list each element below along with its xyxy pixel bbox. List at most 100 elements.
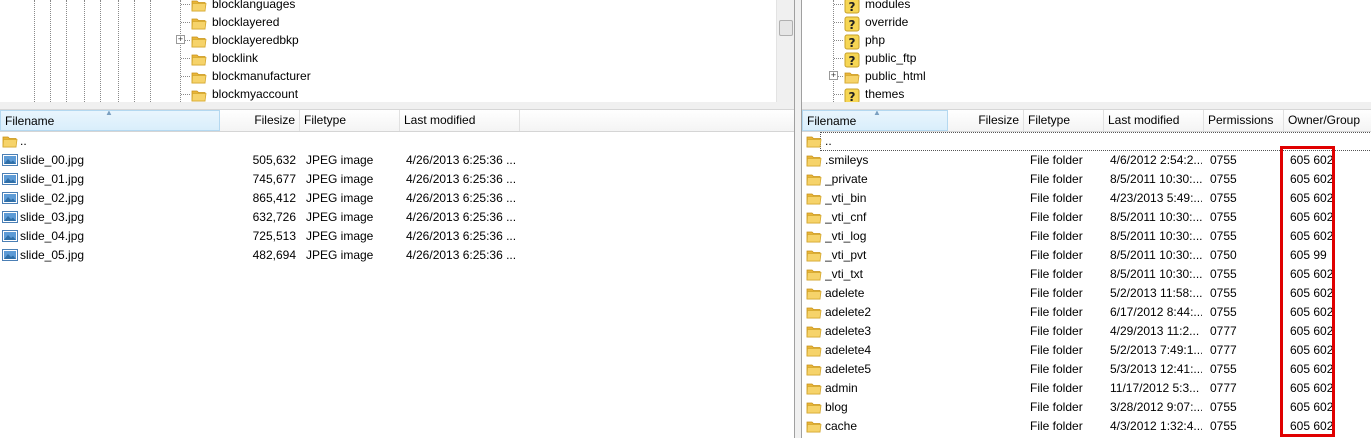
folder-icon: [806, 402, 822, 414]
filesize-cell: 482,694: [252, 248, 296, 262]
scrollbar-thumb[interactable]: [779, 20, 793, 36]
filename-cell: .smileys: [825, 153, 869, 167]
filename-cell: _vti_cnf: [825, 210, 867, 224]
sort-ascending-icon: ▲: [873, 110, 881, 117]
permissions-cell: 0777: [1210, 381, 1237, 395]
local-splitter[interactable]: [0, 102, 794, 110]
tree-node[interactable]: blocklanguages: [0, 0, 700, 13]
folder-icon: [806, 250, 822, 262]
column-owner-group[interactable]: Owner/Group: [1284, 110, 1371, 131]
filetype-cell: File folder: [1030, 305, 1083, 319]
tree-connector: [834, 58, 843, 59]
column-filename[interactable]: ▲ Filename: [802, 110, 948, 131]
image-file-icon: [2, 211, 18, 223]
expand-icon[interactable]: +: [176, 35, 185, 44]
filename-cell: slide_03.jpg: [20, 210, 85, 224]
folder-icon: [191, 36, 207, 48]
remote-directory-tree[interactable]: ? modules? override? php? public_ftp + public_…: [802, 0, 1371, 102]
tree-node-label: modules: [865, 0, 911, 11]
tree-node[interactable]: blockmyaccount: [0, 85, 700, 102]
permissions-cell: 0755: [1210, 400, 1237, 414]
filename-cell: adelete5: [825, 362, 872, 376]
filesize-cell: 632,726: [252, 210, 296, 224]
folder-icon: [191, 0, 207, 12]
tree-node[interactable]: ? modules: [802, 0, 1302, 14]
last-modified-cell: 5/2/2013 7:49:1...: [1110, 343, 1202, 357]
tree-node-label: public_ftp: [865, 51, 917, 65]
tree-node-label: blocklanguages: [212, 0, 296, 11]
tree-node[interactable]: blocklink: [0, 49, 700, 67]
filename-cell: slide_01.jpg: [20, 172, 85, 186]
tree-node[interactable]: ? themes: [802, 85, 1302, 102]
column-last-modified[interactable]: Last modified: [1104, 110, 1204, 131]
svg-text:?: ?: [849, 54, 856, 68]
last-modified-cell: 4/26/2013 6:25:36 ...: [406, 172, 517, 186]
permissions-cell: 0755: [1210, 172, 1237, 186]
owner-group-highlight-box: [1280, 146, 1335, 437]
parent-directory-row[interactable]: ..: [0, 132, 794, 151]
folder-icon: [806, 269, 822, 281]
tree-node-label: blocklayered: [212, 15, 280, 29]
filetype-cell: File folder: [1030, 381, 1083, 395]
unknown-folder-icon: ?: [844, 52, 860, 68]
tree-node[interactable]: + public_html: [802, 67, 1302, 85]
table-row[interactable]: slide_00.jpg 505,632 JPEG image 4/26/2013 6…: [0, 151, 794, 170]
filename-cell: admin: [825, 381, 858, 395]
tree-node[interactable]: ? php: [802, 31, 1302, 50]
local-tree-scrollbar[interactable]: [776, 0, 794, 102]
last-modified-cell: 4/26/2013 6:25:36 ...: [406, 191, 517, 205]
permissions-cell: 0755: [1210, 267, 1237, 281]
filetype-cell: File folder: [1030, 324, 1083, 338]
table-row[interactable]: slide_05.jpg 482,694 JPEG image 4/26/2013 6…: [0, 246, 794, 265]
column-filename[interactable]: ▲ Filename: [0, 110, 220, 131]
tree-node[interactable]: + blocklayeredbkp: [0, 31, 700, 49]
table-row[interactable]: slide_03.jpg 632,726 JPEG image 4/26/2013 6…: [0, 208, 794, 227]
permissions-cell: 0755: [1210, 286, 1237, 300]
tree-node-label: php: [865, 33, 886, 47]
tree-connector: [181, 22, 190, 23]
column-permissions[interactable]: Permissions: [1204, 110, 1284, 131]
expand-icon[interactable]: +: [829, 71, 838, 80]
column-filesize[interactable]: Filesize: [220, 110, 300, 131]
permissions-cell: 0777: [1210, 324, 1237, 338]
last-modified-cell: 4/29/2013 11:2...: [1110, 324, 1200, 338]
column-last-modified[interactable]: Last modified: [400, 110, 520, 131]
filetype-cell: JPEG image: [306, 210, 374, 224]
local-directory-tree[interactable]: blocklanguages blocklayered + blocklayeredb…: [0, 0, 794, 102]
filename-cell: _vti_log: [825, 229, 867, 243]
last-modified-cell: 3/28/2012 9:07:...: [1110, 400, 1202, 414]
image-file-icon: [2, 192, 18, 204]
column-filesize[interactable]: Filesize: [948, 110, 1024, 131]
filename-cell: adelete3: [825, 324, 872, 338]
folder-icon: [191, 54, 207, 66]
permissions-cell: 0755: [1210, 229, 1237, 243]
filename-cell: ..: [825, 134, 832, 148]
table-row[interactable]: slide_01.jpg 745,677 JPEG image 4/26/2013 6…: [0, 170, 794, 189]
tree-node-label: blockmyaccount: [212, 87, 299, 101]
remote-splitter[interactable]: [802, 102, 1371, 110]
filename-cell: slide_04.jpg: [20, 229, 85, 243]
filesize-cell: 505,632: [252, 153, 296, 167]
filetype-cell: File folder: [1030, 362, 1083, 376]
tree-node[interactable]: blocklayered: [0, 13, 700, 31]
filetype-cell: File folder: [1030, 343, 1083, 357]
tree-node[interactable]: blockmanufacturer: [0, 67, 700, 85]
filetype-cell: JPEG image: [306, 172, 374, 186]
unknown-folder-icon: ?: [844, 16, 860, 32]
last-modified-cell: 4/26/2013 6:25:36 ...: [406, 210, 517, 224]
tree-node[interactable]: ? public_ftp: [802, 49, 1302, 68]
table-row[interactable]: slide_02.jpg 865,412 JPEG image 4/26/2013 6…: [0, 189, 794, 208]
table-row[interactable]: slide_04.jpg 725,513 JPEG image 4/26/2013 6…: [0, 227, 794, 246]
filename-cell: _vti_pvt: [825, 248, 867, 262]
column-filetype[interactable]: Filetype: [1024, 110, 1104, 131]
column-filetype[interactable]: Filetype: [300, 110, 400, 131]
folder-icon: [806, 421, 822, 433]
filetype-cell: File folder: [1030, 419, 1083, 433]
tree-node[interactable]: ? override: [802, 13, 1302, 32]
folder-icon: [806, 345, 822, 357]
svg-text:?: ?: [849, 36, 856, 50]
folder-icon: [806, 231, 822, 243]
folder-icon: [806, 383, 822, 395]
filetype-cell: File folder: [1030, 286, 1083, 300]
unknown-folder-icon: ?: [844, 34, 860, 50]
